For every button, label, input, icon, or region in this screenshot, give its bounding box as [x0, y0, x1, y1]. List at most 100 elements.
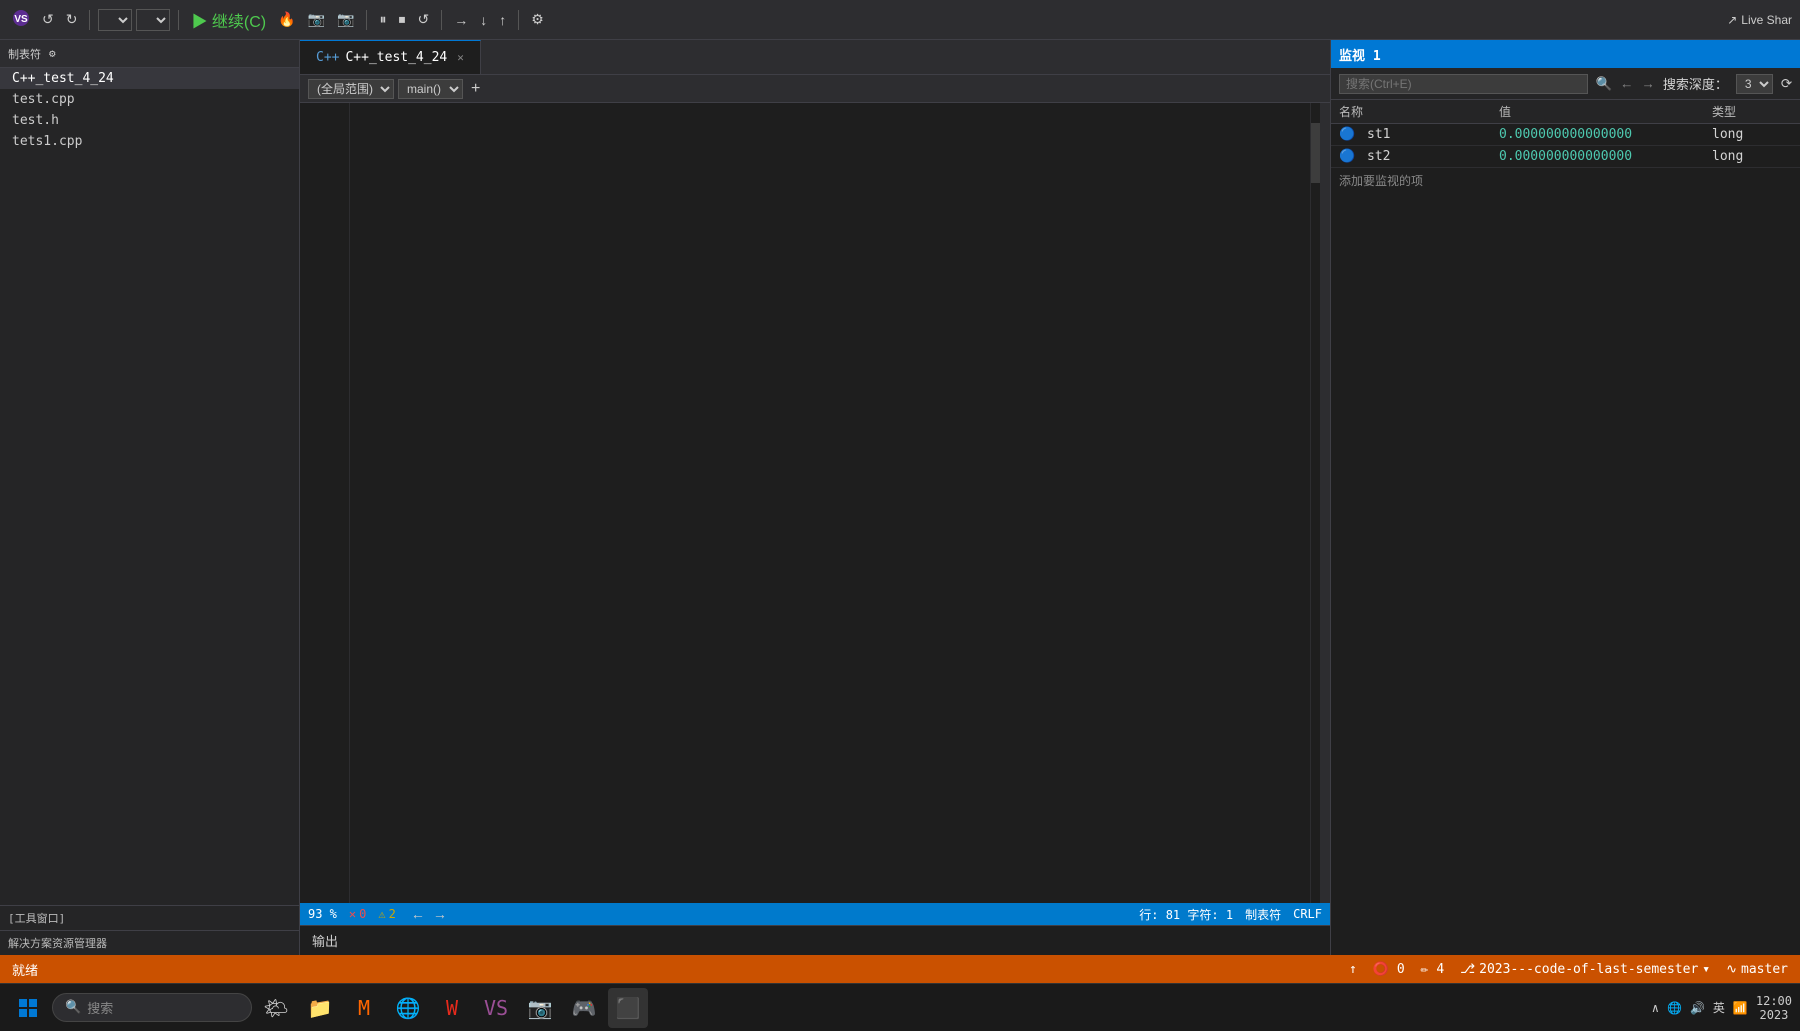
sidebar-files: C++_test_4_24 test.cpp test.h tets1.cpp	[0, 68, 299, 905]
taskbar-app-wps[interactable]: W	[432, 988, 472, 1028]
taskbar-wifi-icon: 📶	[1733, 1001, 1748, 1015]
step-out-btn[interactable]: ↑	[495, 10, 510, 30]
watch-nav-fwd[interactable]: →	[1641, 76, 1654, 91]
step-into-btn[interactable]: ↓	[476, 10, 491, 30]
sync-up-icon: ↑	[1349, 962, 1357, 977]
sidebar-settings-icon: ⚙	[49, 47, 56, 60]
tab-indicator[interactable]: 制表符	[1245, 906, 1281, 923]
taskbar-app-weather[interactable]: 🌤	[256, 988, 296, 1028]
git-icon: ⎇	[1460, 962, 1475, 977]
pencil-count: ✏ 4	[1421, 962, 1444, 977]
error-badge[interactable]: ✕ 0	[349, 907, 366, 921]
taskbar-clock[interactable]: 12:00 2023	[1756, 994, 1792, 1022]
errors-count: ⭕ 0	[1373, 962, 1405, 977]
breakpoint-btn[interactable]: 📷	[304, 9, 329, 30]
git-branch[interactable]: ⎇ 2023---code-of-last-semester ▾	[1460, 962, 1710, 977]
watch-row-st2[interactable]: 🔵 st2 0.000000000000000 long	[1331, 146, 1800, 168]
sep2	[178, 10, 179, 30]
status-bar-right: 行: 81 字符: 1 制表符 CRLF	[1139, 906, 1322, 923]
debug-tools-btn[interactable]: ⚙	[527, 9, 548, 30]
taskbar-net-icon: 🌐	[1667, 1001, 1682, 1015]
taskbar-up-arrow[interactable]: ∧	[1652, 1001, 1659, 1015]
bottom-status-bar: 就绪 ↑ ⭕ 0 ✏ 4 ⎇ 2023---code-of-last-semes…	[0, 955, 1800, 983]
watch-depth-select[interactable]: 3	[1736, 74, 1773, 94]
branch-name: 2023---code-of-last-semester	[1479, 962, 1698, 977]
code-content[interactable]	[370, 103, 1310, 903]
watch-icon-st2: 🔵	[1339, 149, 1355, 164]
undo-btn[interactable]: ↺	[38, 9, 58, 30]
stop-btn[interactable]: ⏹	[394, 9, 409, 30]
pause-btn[interactable]: ⏸	[375, 9, 390, 30]
taskbar-app-camera[interactable]: 📷	[520, 988, 560, 1028]
sidebar-header: 制表符 ⚙	[0, 40, 299, 68]
nav-back-btn[interactable]: ←	[408, 905, 428, 923]
taskbar-search[interactable]: 🔍 搜索	[52, 993, 252, 1022]
continue-btn[interactable]: ▶ 继续(C)	[187, 6, 270, 34]
camera-btn[interactable]: 📷	[333, 9, 358, 30]
col-value: 值	[1499, 103, 1712, 120]
warn-badge[interactable]: ⚠ 2	[378, 907, 395, 921]
line-col: 行: 81 字符: 1	[1139, 906, 1233, 923]
redo-btn[interactable]: ↻	[62, 9, 82, 30]
scrollbar-vertical[interactable]	[1320, 103, 1330, 903]
taskbar-sound-icon: 🔊	[1690, 1001, 1705, 1015]
vs-logo-btn[interactable]: VS	[8, 7, 34, 32]
debug-fire-btn[interactable]: 🔥	[274, 9, 299, 30]
watch-search-btn[interactable]: 🔍	[1596, 76, 1613, 92]
watch-item-name-st1: 🔵 st1	[1339, 127, 1499, 142]
scope-global-select[interactable]: (全局范围)	[308, 79, 394, 99]
scope-add-btn[interactable]: +	[467, 80, 484, 98]
share-icon: ↗	[1727, 13, 1737, 27]
taskbar-app-edge[interactable]: 🌐	[388, 988, 428, 1028]
platform-dropdown[interactable]: x86	[136, 9, 170, 31]
start-button[interactable]	[8, 988, 48, 1028]
restart-btn[interactable]: ↺	[413, 9, 433, 30]
sidebar-item-test-h[interactable]: test.h	[0, 110, 299, 131]
line-numbers	[300, 103, 350, 903]
minimap-thumb	[1311, 123, 1320, 183]
taskbar-app-vs[interactable]: VS	[476, 988, 516, 1028]
watch-nav-back[interactable]: ←	[1620, 76, 1633, 91]
sidebar-item-tets1-cpp[interactable]: tets1.cpp	[0, 131, 299, 152]
step-over-btn[interactable]: →	[450, 10, 472, 30]
editor-area: C++ C++_test_4_24 ✕ (全局范围) main() +	[300, 40, 1330, 955]
taskbar-app-games[interactable]: 🎮	[564, 988, 604, 1028]
taskbar-app-terminal[interactable]: ⬛	[608, 988, 648, 1028]
col-type: 类型	[1712, 103, 1792, 120]
scope-function-select[interactable]: main()	[398, 79, 463, 99]
taskbar-lang[interactable]: 英	[1713, 999, 1725, 1016]
watch-refresh-btn[interactable]: ⟳	[1781, 76, 1792, 92]
taskbar: 🔍 搜索 🌤 📁 M 🌐 W VS 📷 🎮 ⬛ ∧ 🌐 🔊 英 📶 12:00 …	[0, 983, 1800, 1031]
sidebar-item-test-cpp[interactable]: test.cpp	[0, 89, 299, 110]
tab-label: C++_test_4_24	[345, 50, 447, 65]
watch-panel-header: 监视 1	[1331, 40, 1800, 68]
watch-search-input[interactable]	[1339, 74, 1588, 94]
master-branch[interactable]: ∿ master	[1726, 962, 1788, 977]
status-bar-left: 93 % ✕ 0 ⚠ 2 ← →	[308, 905, 450, 923]
tab-close-icon[interactable]: ✕	[457, 51, 464, 64]
zoom-level[interactable]: 93 %	[308, 907, 337, 921]
warn-icon: ⚠	[378, 907, 385, 921]
clock-date: 2023	[1756, 1008, 1792, 1022]
tab-cpp-test[interactable]: C++ C++_test_4_24 ✕	[300, 40, 481, 74]
taskbar-app-xiaomi[interactable]: M	[344, 988, 384, 1028]
taskbar-right: ∧ 🌐 🔊 英 📶 12:00 2023	[1652, 994, 1792, 1022]
taskbar-app-files[interactable]: 📁	[300, 988, 340, 1028]
sidebar-item-cpp-test[interactable]: C++_test_4_24	[0, 68, 299, 89]
watch-item-type-st2: long	[1712, 149, 1792, 164]
main-area: 制表符 ⚙ C++_test_4_24 test.cpp test.h tets…	[0, 40, 1800, 955]
crlf-indicator[interactable]: CRLF	[1293, 907, 1322, 921]
bottom-ready-label: 就绪	[12, 960, 38, 979]
code-gutter	[350, 103, 370, 903]
error-count: 0	[359, 907, 366, 921]
live-share-btn[interactable]: ↗ Live Shar	[1727, 13, 1792, 27]
nav-arrows: ← →	[408, 905, 450, 923]
sidebar-tools[interactable]: [工具窗口]	[0, 905, 299, 930]
watch-add-item[interactable]: 添加要监视的项	[1331, 168, 1800, 193]
watch-row-st1[interactable]: 🔵 st1 0.000000000000000 long	[1331, 124, 1800, 146]
sidebar-solution[interactable]: 解决方案资源管理器	[0, 930, 299, 955]
nav-forward-btn[interactable]: →	[430, 905, 450, 923]
config-dropdown[interactable]: Debug	[98, 9, 132, 31]
sep1	[89, 10, 90, 30]
watch-table: 🔵 st1 0.000000000000000 long 🔵 st2 0.000…	[1331, 124, 1800, 955]
